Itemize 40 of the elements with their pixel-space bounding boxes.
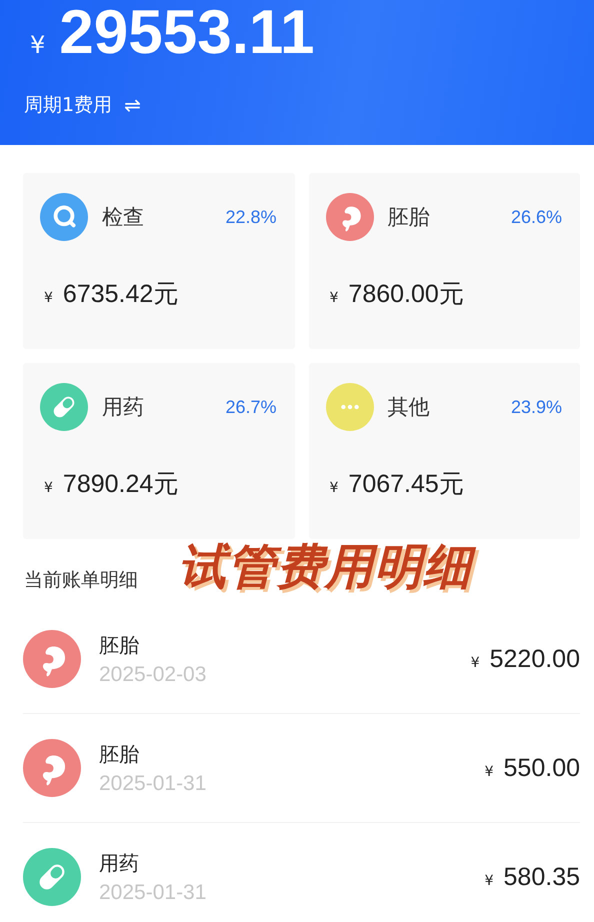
switch-icon[interactable]: ⇌	[124, 95, 141, 115]
currency-sign: ¥	[470, 654, 480, 670]
category-amount: 6735.42元	[62, 279, 178, 310]
bill-row[interactable]: 用药 2025-01-31 ¥ 580.35	[23, 823, 580, 922]
bill-date: 2025-01-31	[99, 880, 208, 904]
category-name: 用药	[102, 394, 145, 421]
bill-amount: 580.35	[504, 862, 580, 892]
category-amount: 7067.45元	[348, 469, 464, 500]
bill-amount: 5220.00	[490, 644, 580, 674]
currency-sign: ¥	[44, 480, 53, 496]
period-label[interactable]: 周期1费用	[24, 92, 112, 118]
bill-name: 用药	[99, 850, 140, 876]
category-percent: 26.7%	[225, 396, 276, 418]
category-percent: 22.8%	[225, 206, 276, 228]
category-name: 其他	[388, 394, 430, 421]
category-percent: 23.9%	[510, 396, 562, 418]
bill-row[interactable]: 胚胎 2025-02-03 ¥ 5220.00	[23, 605, 580, 714]
bill-amount: 550.00	[504, 754, 580, 782]
currency-sign: ¥	[44, 290, 53, 306]
category-percent: 26.6%	[510, 206, 562, 228]
category-card[interactable]: 胚胎 26.6% ¥ 7860.00元	[308, 173, 580, 349]
category-card[interactable]: 用药 26.7% ¥ 7890.24元	[23, 363, 294, 539]
category-name: 胚胎	[388, 204, 430, 231]
section-title: 当前账单明细	[24, 568, 138, 593]
currency-sign: ¥	[484, 764, 494, 780]
currency-sign: ¥	[30, 31, 46, 59]
currency-sign: ¥	[484, 872, 494, 888]
currency-sign: ¥	[330, 480, 338, 496]
category-card[interactable]: 其他 23.9% ¥ 7067.45元	[308, 363, 580, 539]
currency-sign: ¥	[330, 290, 338, 306]
category-name: 检查	[102, 204, 145, 231]
category-amount: 7890.24元	[62, 469, 178, 500]
bill-name: 胚胎	[99, 632, 140, 658]
category-card[interactable]: 检查 22.8% ¥ 6735.42元	[23, 173, 294, 349]
bill-row[interactable]: 胚胎 2025-01-31 ¥ 550.00	[23, 714, 580, 823]
bill-date: 2025-02-03	[99, 662, 208, 686]
bill-name: 胚胎	[99, 740, 140, 768]
bill-date: 2025-01-31	[99, 772, 208, 796]
total-amount: 29553.11	[59, 0, 314, 64]
category-amount: 7860.00元	[348, 279, 464, 310]
